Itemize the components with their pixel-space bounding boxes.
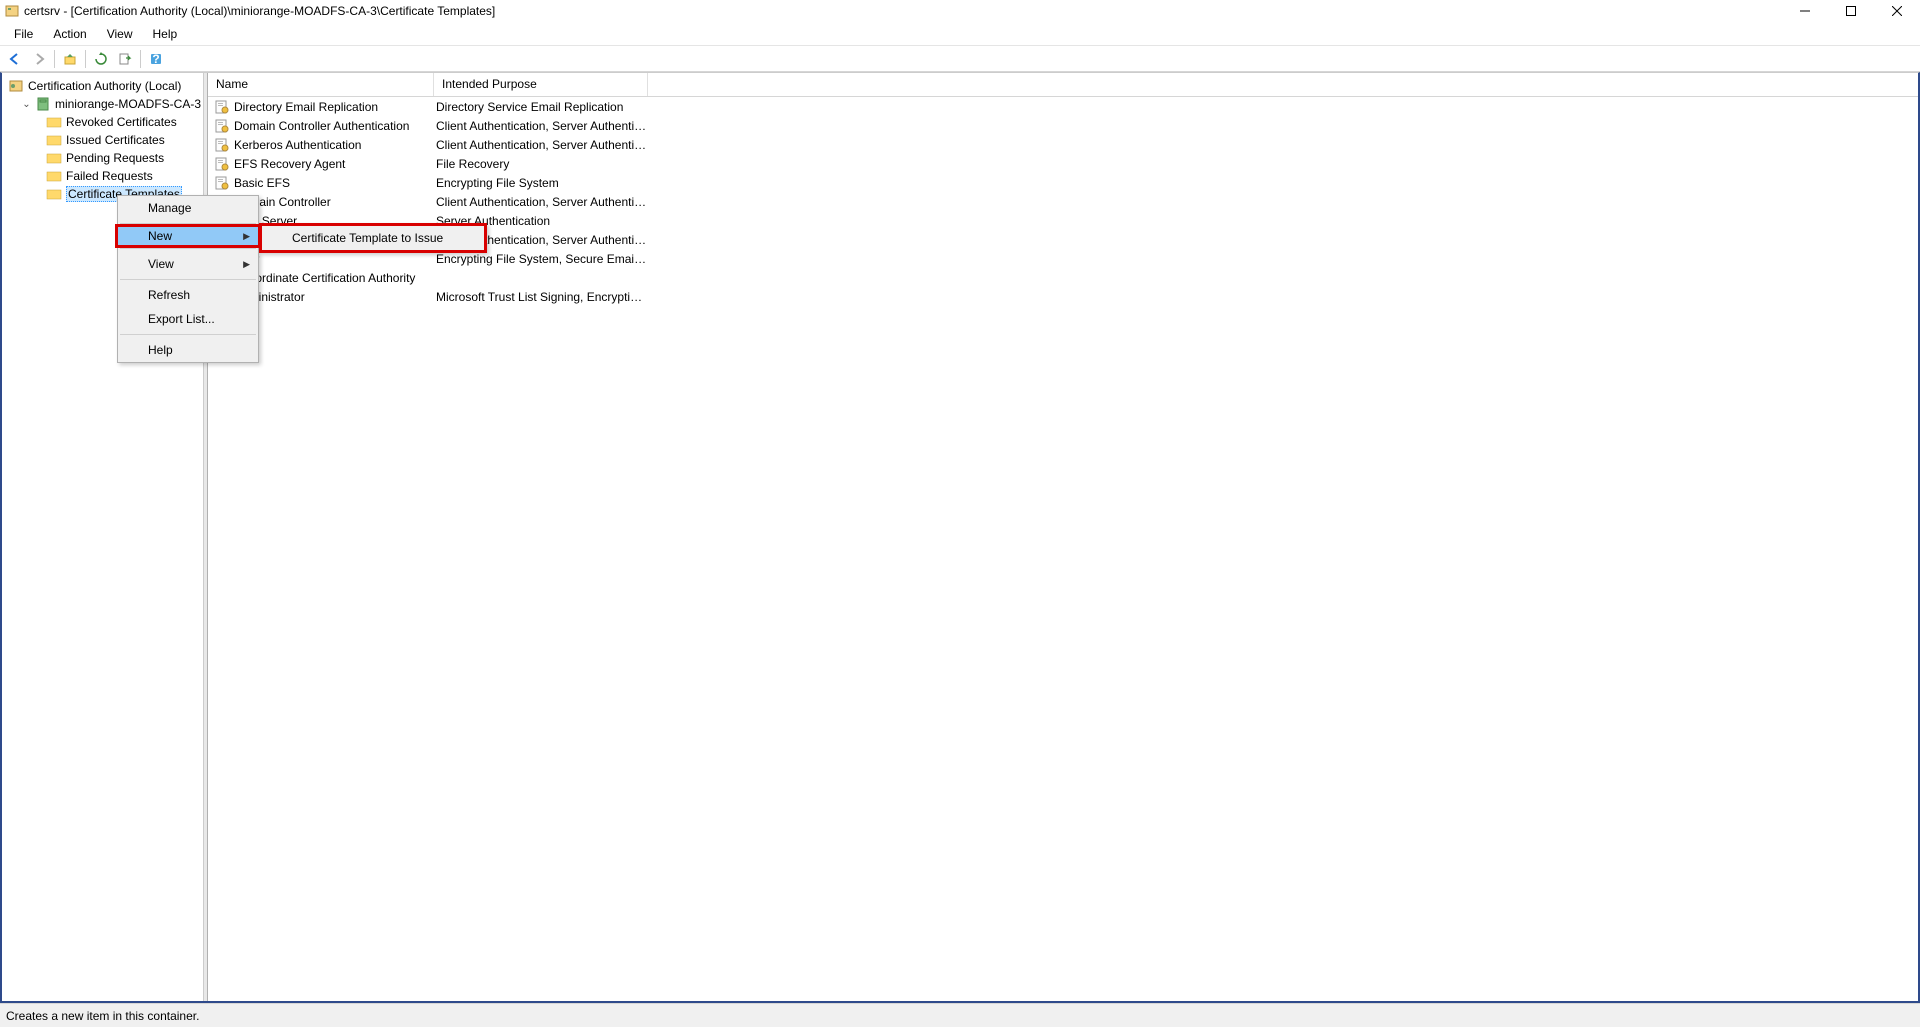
row-name: Kerberos Authentication xyxy=(234,138,361,152)
ca-root-icon xyxy=(8,78,24,94)
row-purpose: Encrypting File System xyxy=(434,176,648,190)
back-button[interactable] xyxy=(4,48,26,70)
app-icon xyxy=(4,3,20,19)
col-purpose[interactable]: Intended Purpose xyxy=(434,73,648,96)
window-title: certsrv - [Certification Authority (Loca… xyxy=(24,4,1782,18)
table-row[interactable]: Kerberos Authentication Client Authentica… xyxy=(208,135,1918,154)
table-row[interactable]: Domain ControllerClient Authentication, … xyxy=(208,192,1918,211)
row-purpose: Client Authentication, Server Authentica… xyxy=(434,119,648,133)
list-header: Name Intended Purpose xyxy=(208,73,1918,97)
tree-ca-label: miniorange-MOADFS-CA-3 xyxy=(55,97,201,111)
tree-ca[interactable]: ⌄ miniorange-MOADFS-CA-3 xyxy=(4,95,201,113)
folder-icon xyxy=(46,150,62,166)
cert-template-icon xyxy=(214,99,230,115)
table-row[interactable]: Domain Controller Authentication Client A… xyxy=(208,116,1918,135)
row-purpose: Client Authentication, Server Authentica… xyxy=(434,195,648,209)
list-pane: Name Intended Purpose Directory Email Re… xyxy=(208,73,1918,1001)
statusbar: Creates a new item in this container. xyxy=(0,1003,1920,1027)
ca-icon xyxy=(35,96,51,112)
folder-icon xyxy=(46,114,62,130)
svg-text:?: ? xyxy=(152,52,159,66)
folder-icon xyxy=(46,168,62,184)
cm-manage-label: Manage xyxy=(148,201,191,215)
row-purpose: Client Authentication, Server Authentica… xyxy=(434,138,648,152)
refresh-button[interactable] xyxy=(90,48,112,70)
menubar: File Action View Help xyxy=(0,22,1920,46)
cm-export-label: Export List... xyxy=(148,312,215,326)
cm-manage[interactable]: Manage xyxy=(118,196,258,220)
table-row[interactable]: Subordinate Certification Authority xyxy=(208,268,1918,287)
sm-issue-label: Certificate Template to Issue xyxy=(292,231,443,245)
export-button[interactable] xyxy=(114,48,136,70)
cm-view-label: View xyxy=(148,257,174,271)
chevron-right-icon: ▶ xyxy=(243,259,250,270)
table-row[interactable]: Directory Email Replication Directory Ser… xyxy=(208,97,1918,116)
row-name: Domain Controller Authentication xyxy=(234,119,409,133)
table-row[interactable]: AdministratorMicrosoft Trust List Signin… xyxy=(208,287,1918,306)
row-name: Directory Email Replication xyxy=(234,100,378,114)
titlebar: certsrv - [Certification Authority (Loca… xyxy=(0,0,1920,22)
context-menu: Manage New ▶ View ▶ Refresh Export List...… xyxy=(117,195,259,363)
cm-new-label: New xyxy=(148,229,172,243)
tree-failed-label: Failed Requests xyxy=(66,169,153,183)
list-rows: Directory Email Replication Directory Ser… xyxy=(208,97,1918,306)
cm-help-label: Help xyxy=(148,343,173,357)
status-text: Creates a new item in this container. xyxy=(6,1009,199,1023)
row-name: Basic EFS xyxy=(234,176,290,190)
cert-template-icon xyxy=(214,175,230,191)
cert-template-icon xyxy=(214,156,230,172)
tree-issued-label: Issued Certificates xyxy=(66,133,165,147)
window-controls xyxy=(1782,0,1920,22)
maximize-button[interactable] xyxy=(1828,0,1874,22)
row-purpose: File Recovery xyxy=(434,157,648,171)
submenu-new: Certificate Template to Issue xyxy=(259,223,487,253)
tree-failed[interactable]: Failed Requests xyxy=(4,167,201,185)
close-button[interactable] xyxy=(1874,0,1920,22)
forward-button[interactable] xyxy=(28,48,50,70)
row-purpose: Directory Service Email Replication xyxy=(434,100,648,114)
row-name: Subordinate Certification Authority xyxy=(234,271,415,285)
menu-view[interactable]: View xyxy=(97,25,143,43)
cm-help[interactable]: Help xyxy=(118,338,258,362)
table-row[interactable]: Basic EFS Encrypting File System xyxy=(208,173,1918,192)
menu-help[interactable]: Help xyxy=(143,25,188,43)
tree-revoked[interactable]: Revoked Certificates xyxy=(4,113,201,131)
tree-pending[interactable]: Pending Requests xyxy=(4,149,201,167)
minimize-button[interactable] xyxy=(1782,0,1828,22)
cm-export[interactable]: Export List... xyxy=(118,307,258,331)
folder-icon xyxy=(46,132,62,148)
tree-revoked-label: Revoked Certificates xyxy=(66,115,177,129)
toolbar: ? xyxy=(0,46,1920,72)
tree-root-label: Certification Authority (Local) xyxy=(28,79,181,93)
cert-template-icon xyxy=(214,118,230,134)
row-purpose: Microsoft Trust List Signing, Encrypting… xyxy=(434,290,648,304)
tree-issued[interactable]: Issued Certificates xyxy=(4,131,201,149)
folder-icon xyxy=(46,186,62,202)
cm-new[interactable]: New ▶ xyxy=(115,224,261,248)
menu-action[interactable]: Action xyxy=(43,25,96,43)
help-button[interactable]: ? xyxy=(145,48,167,70)
cm-refresh[interactable]: Refresh xyxy=(118,283,258,307)
sm-cert-template-issue[interactable]: Certificate Template to Issue xyxy=(262,226,484,250)
cm-refresh-label: Refresh xyxy=(148,288,190,302)
expand-icon[interactable]: ⌄ xyxy=(22,99,31,110)
table-row[interactable]: EFS Recovery Agent File Recovery xyxy=(208,154,1918,173)
tree-root[interactable]: Certification Authority (Local) xyxy=(4,77,201,95)
workspace: Certification Authority (Local) ⌄ minior… xyxy=(0,72,1920,1003)
row-name: EFS Recovery Agent xyxy=(234,157,345,171)
row-purpose: Encrypting File System, Secure Email, Cl… xyxy=(434,252,648,266)
menu-file[interactable]: File xyxy=(4,25,43,43)
tree-pending-label: Pending Requests xyxy=(66,151,164,165)
up-button[interactable] xyxy=(59,48,81,70)
col-name[interactable]: Name xyxy=(208,73,434,96)
cert-template-icon xyxy=(214,137,230,153)
cm-view[interactable]: View ▶ xyxy=(118,252,258,276)
chevron-right-icon: ▶ xyxy=(243,231,250,242)
